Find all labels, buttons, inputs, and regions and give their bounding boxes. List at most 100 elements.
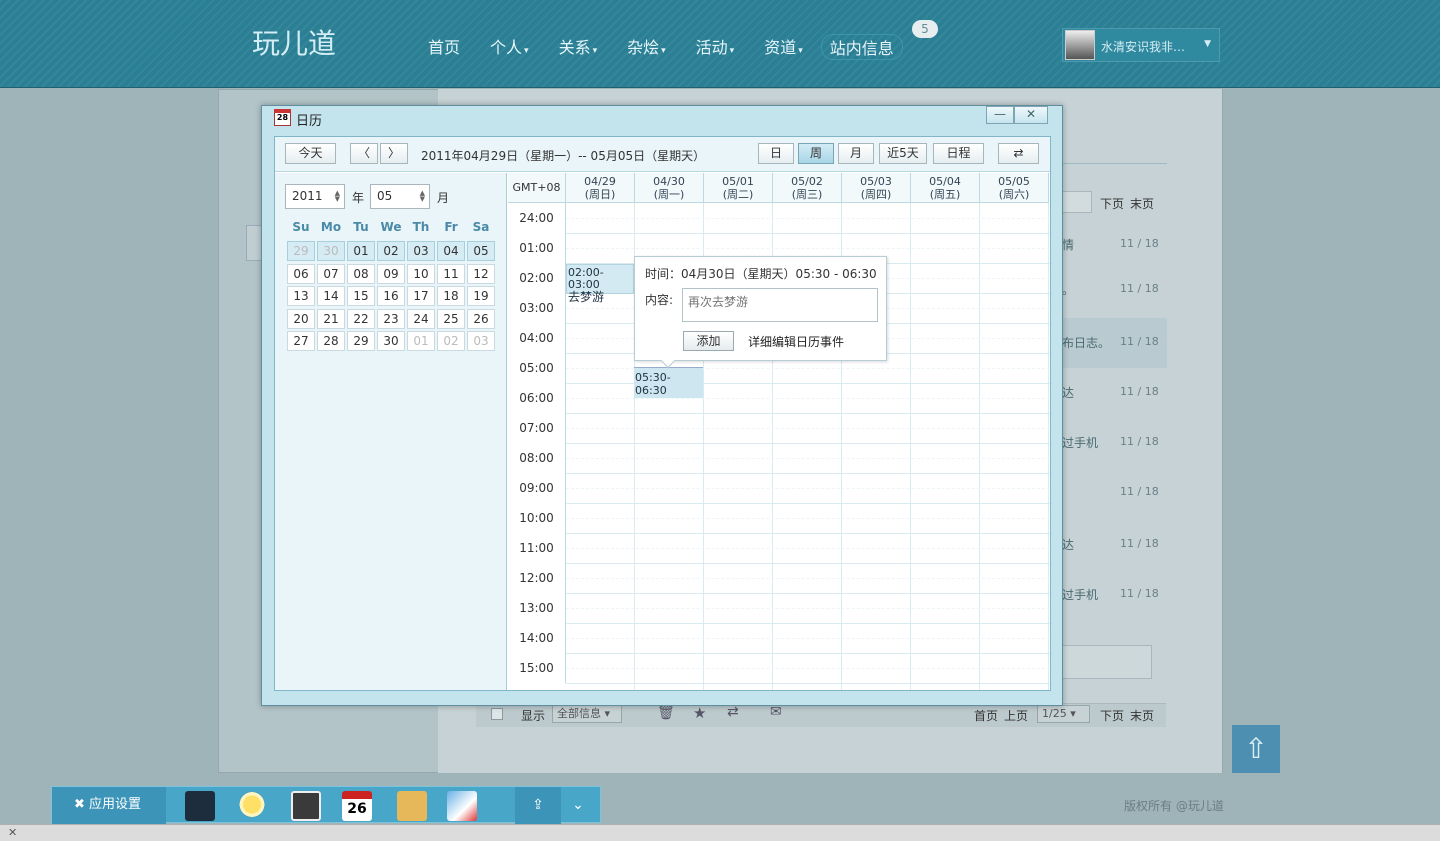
list-item[interactable]: 达 <box>1062 536 1074 553</box>
nav-item[interactable]: 资道 ▾ <box>764 34 803 60</box>
day-column-header[interactable]: 05/04 (周五) <box>911 173 980 203</box>
day-column-header[interactable]: 04/29 (周日) <box>566 173 635 203</box>
view-day-button[interactable]: 日 <box>758 143 794 164</box>
filter-select[interactable]: 全部信息 ▾ <box>552 705 622 723</box>
chevron-double-down-icon[interactable]: ⌄ <box>555 787 601 824</box>
mini-calendar-day[interactable]: 23 <box>377 308 405 329</box>
mini-calendar-day[interactable]: 25 <box>437 308 465 329</box>
list-item[interactable]: 。 <box>1062 281 1074 298</box>
year-select[interactable]: 2011 ▲ ▼ <box>285 184 345 209</box>
list-item[interactable]: 过手机 <box>1062 434 1098 451</box>
select-all-checkbox[interactable] <box>491 708 503 720</box>
calculator-app-icon[interactable] <box>291 791 321 821</box>
view-week-button[interactable]: 周 <box>798 143 834 164</box>
mini-calendar-day[interactable]: 16 <box>377 286 405 306</box>
nav-item[interactable]: 关系 ▾ <box>559 34 598 60</box>
mini-calendar-day[interactable]: 19 <box>467 286 495 306</box>
mini-calendar-day[interactable]: 14 <box>317 286 345 306</box>
mini-calendar-day[interactable]: 26 <box>467 308 495 329</box>
refresh-icon[interactable]: ⇄ <box>727 704 739 720</box>
list-item[interactable]: 达 <box>1062 384 1074 401</box>
close-icon[interactable]: ✕ <box>8 826 17 839</box>
last-page-link[interactable]: 末页 <box>1130 707 1154 724</box>
today-button[interactable]: 今天 <box>285 143 336 164</box>
avatar[interactable] <box>1065 30 1095 60</box>
nav-item[interactable]: 活动 ▾ <box>696 34 735 60</box>
list-item[interactable]: 布日志。 <box>1062 334 1110 351</box>
event-content-input[interactable] <box>682 288 878 322</box>
mini-calendar-day[interactable]: 02 <box>377 241 405 261</box>
nav-item[interactable]: 首页 <box>428 34 460 60</box>
day-column-header[interactable]: 05/01 (周二) <box>704 173 773 203</box>
mini-calendar-day[interactable]: 05 <box>467 241 495 261</box>
month-select[interactable]: 05 ▲ ▼ <box>370 184 430 209</box>
mini-calendar-day[interactable]: 08 <box>347 263 375 284</box>
mini-calendar-day[interactable]: 27 <box>287 331 315 351</box>
add-event-button[interactable]: 添加 <box>683 331 734 351</box>
nav-item[interactable]: 站内信息 <box>820 34 903 60</box>
mini-calendar-day[interactable]: 03 <box>467 331 495 351</box>
mini-calendar-day[interactable]: 21 <box>317 308 345 329</box>
list-item[interactable]: 情 <box>1062 236 1074 253</box>
mini-calendar-day[interactable]: 13 <box>287 286 315 306</box>
mini-calendar-day[interactable]: 28 <box>317 331 345 351</box>
mini-calendar-day[interactable]: 07 <box>317 263 345 284</box>
background-input[interactable] <box>1062 645 1152 679</box>
scroll-to-top-button[interactable]: ⇧ <box>1232 725 1280 773</box>
mini-calendar-day[interactable]: 17 <box>407 286 435 306</box>
mini-calendar-day[interactable]: 09 <box>377 263 405 284</box>
sync-button[interactable]: ⇄ <box>998 143 1039 164</box>
mini-calendar-day[interactable]: 06 <box>287 263 315 284</box>
mini-calendar-day[interactable]: 30 <box>317 241 345 261</box>
mini-calendar-day[interactable]: 29 <box>347 331 375 351</box>
view-agenda-button[interactable]: 日程 <box>933 143 984 164</box>
day-column-header[interactable]: 05/05 (周六) <box>980 173 1049 203</box>
mini-calendar-day[interactable]: 22 <box>347 308 375 329</box>
calendar-event[interactable]: 02:00-03:00 去梦游 <box>566 264 634 303</box>
mini-calendar-day[interactable]: 15 <box>347 286 375 306</box>
mail-icon[interactable]: ✉ <box>770 704 782 720</box>
day-column-header[interactable]: 04/30 (周一) <box>635 173 704 203</box>
first-page-link[interactable]: 首页 <box>974 707 998 724</box>
mini-calendar-day[interactable]: 12 <box>467 263 495 284</box>
mini-calendar-day[interactable]: 01 <box>347 241 375 261</box>
day-column-header[interactable]: 05/03 (周四) <box>842 173 911 203</box>
minimize-button[interactable]: — <box>986 106 1014 124</box>
app-settings-button[interactable]: ✖ 应用设置 <box>52 787 166 824</box>
list-item[interactable]: 过手机 <box>1062 586 1098 603</box>
mini-calendar-day[interactable]: 29 <box>287 241 315 261</box>
mini-calendar-day[interactable]: 01 <box>407 331 435 351</box>
mini-calendar-day[interactable]: 02 <box>437 331 465 351</box>
notes-app-icon[interactable] <box>397 791 427 821</box>
next-page-link[interactable]: 下页 <box>1100 707 1124 724</box>
nav-item[interactable]: 个人 ▾ <box>490 34 529 60</box>
background-last-page-link[interactable]: 末页 <box>1130 195 1154 212</box>
detail-edit-link[interactable]: 详细编辑日历事件 <box>748 333 844 350</box>
site-logo[interactable]: 玩儿道 <box>252 22 336 62</box>
prev-page-link[interactable]: 上页 <box>1004 707 1028 724</box>
view-month-button[interactable]: 月 <box>838 143 874 164</box>
user-menu[interactable]: 水清安识我非… ▼ <box>1062 28 1220 62</box>
mini-calendar-day[interactable]: 24 <box>407 308 435 329</box>
next-week-button[interactable]: 〉 <box>380 143 408 164</box>
background-page-select[interactable] <box>1062 191 1092 213</box>
page-select[interactable]: 1/25 ▾ <box>1037 705 1090 723</box>
weather-app-icon[interactable] <box>237 791 267 821</box>
new-event-slot[interactable]: 05:30-06:30 <box>634 367 703 398</box>
mini-calendar-day[interactable]: 18 <box>437 286 465 306</box>
background-next-page-link[interactable]: 下页 <box>1100 195 1124 212</box>
mini-calendar-day[interactable]: 10 <box>407 263 435 284</box>
star-icon[interactable]: ★ <box>693 704 706 722</box>
mini-calendar-day[interactable]: 30 <box>377 331 405 351</box>
calendar-app-icon[interactable]: 26 <box>342 791 372 821</box>
trash-icon[interactable]: 🗑 <box>657 705 675 721</box>
view-5days-button[interactable]: 近5天 <box>879 143 927 164</box>
mini-calendar-day[interactable]: 04 <box>437 241 465 261</box>
prev-week-button[interactable]: 〈 <box>350 143 378 164</box>
day-column-header[interactable]: 05/02 (周三) <box>773 173 842 203</box>
tools-app-icon[interactable] <box>185 791 215 821</box>
photos-app-icon[interactable] <box>447 791 477 821</box>
close-button[interactable]: ✕ <box>1014 106 1048 124</box>
mini-calendar-day[interactable]: 03 <box>407 241 435 261</box>
mini-calendar-day[interactable]: 20 <box>287 308 315 329</box>
